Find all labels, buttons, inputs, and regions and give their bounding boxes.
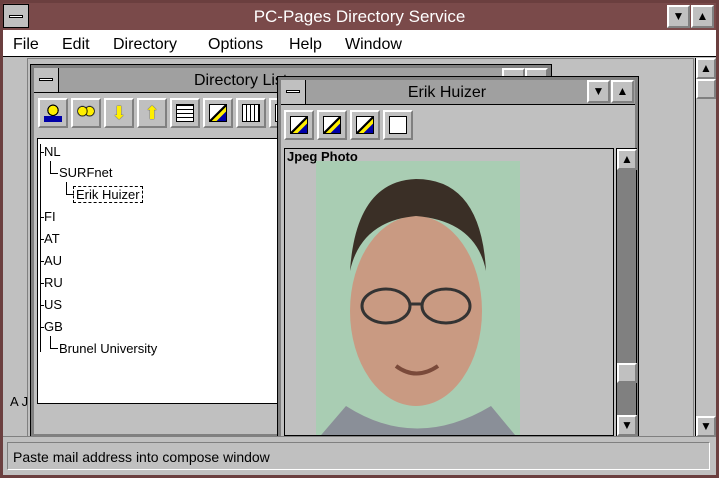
move-down-icon: ⬇ (111, 103, 127, 123)
tree-node-gb[interactable]: GB (44, 319, 63, 334)
directory-window-title: Directory List (194, 72, 288, 89)
cards-icon (242, 104, 260, 122)
directory-window-menu-button[interactable] (34, 68, 59, 92)
photo-panel: Jpeg Photo (284, 148, 614, 436)
edit-pen-icon (356, 116, 374, 134)
notes-icon (389, 116, 407, 134)
menu-options[interactable]: Options (208, 36, 263, 54)
directory-status-fragment: A J (10, 394, 29, 409)
entry-scroll-down[interactable]: ▼ (617, 415, 637, 436)
edit-entry-icon (209, 104, 227, 122)
edit-field-icon (323, 116, 341, 134)
app-frame: PC-Pages Directory Service ▼ ▲ File Edit… (3, 3, 716, 475)
main-vertical-scrollbar[interactable]: ▲ ▼ (695, 58, 716, 438)
minimize-button[interactable]: ▼ (667, 5, 690, 28)
find-person-icon (44, 104, 62, 122)
tree-node-at[interactable]: AT (44, 231, 60, 246)
app-window: PC-Pages Directory Service ▼ ▲ File Edit… (0, 0, 719, 478)
entry-window-title-bar[interactable]: Erik Huizer ▼ ▲ (281, 80, 635, 105)
directory-tree[interactable]: NL SURFnet Erik Huizer FI AT AU RU US GB (37, 138, 287, 404)
main-scroll-up[interactable]: ▲ (696, 58, 716, 79)
status-text: Paste mail address into compose window (7, 442, 710, 470)
menu-help[interactable]: Help (289, 36, 322, 54)
jpeg-photo (316, 161, 520, 435)
search-tree-button[interactable] (170, 98, 200, 128)
tree-node-erik-huizer[interactable]: Erik Huizer (73, 186, 143, 203)
entry-notes-button[interactable] (383, 110, 413, 140)
tree-node-fi[interactable]: FI (44, 209, 56, 224)
edit-entry-icon (290, 116, 308, 134)
main-scroll-down[interactable]: ▼ (696, 416, 716, 437)
cards-button[interactable] (236, 98, 266, 128)
menu-directory[interactable]: Directory (113, 36, 177, 54)
tree-node-brunel-university[interactable]: Brunel University (59, 341, 157, 356)
entry-window-menu-button[interactable] (281, 80, 306, 104)
search-tree-icon (176, 104, 194, 122)
main-scroll-thumb[interactable] (696, 79, 716, 99)
entry-window-maximize[interactable]: ▲ (611, 80, 634, 103)
entry-scroll-thumb[interactable] (617, 363, 637, 383)
entry-edit-button[interactable] (284, 110, 314, 140)
move-down-button[interactable]: ⬇ (104, 98, 134, 128)
maximize-button[interactable]: ▲ (691, 5, 714, 28)
title-bar: PC-Pages Directory Service ▼ ▲ (3, 3, 716, 30)
entry-window-title: Erik Huizer (407, 84, 487, 101)
people-icon (77, 104, 95, 122)
tree-node-surfnet[interactable]: SURFnet (59, 165, 112, 180)
mdi-workspace: Directory List ▼ ▲ ⬇ ⬆ (10, 58, 694, 440)
edit-entry-button[interactable] (203, 98, 233, 128)
move-up-button[interactable]: ⬆ (137, 98, 167, 128)
entry-scroll-up[interactable]: ▲ (617, 149, 637, 170)
entry-edit-pen-button[interactable] (350, 110, 380, 140)
menu-bar: File Edit Directory Options Help Window (3, 30, 716, 57)
entry-window: Erik Huizer ▼ ▲ Jpeg Photo ▲ ▼ (277, 76, 639, 440)
find-person-button[interactable] (38, 98, 68, 128)
move-up-icon: ⬆ (144, 103, 160, 123)
tree-node-au[interactable]: AU (44, 253, 62, 268)
tree-node-nl[interactable]: NL (44, 144, 61, 159)
tree-node-ru[interactable]: RU (44, 275, 63, 290)
app-title: PC-Pages Directory Service (253, 7, 466, 26)
people-button[interactable] (71, 98, 101, 128)
menu-window[interactable]: Window (345, 36, 402, 54)
menu-edit[interactable]: Edit (62, 36, 90, 54)
portrait-image (316, 161, 520, 435)
status-bar: Paste mail address into compose window (3, 436, 716, 475)
entry-edit-field-button[interactable] (317, 110, 347, 140)
entry-window-minimize[interactable]: ▼ (587, 80, 610, 103)
menu-file[interactable]: File (13, 36, 39, 54)
tree-node-us[interactable]: US (44, 297, 62, 312)
entry-vertical-scrollbar[interactable]: ▲ ▼ (616, 148, 637, 436)
